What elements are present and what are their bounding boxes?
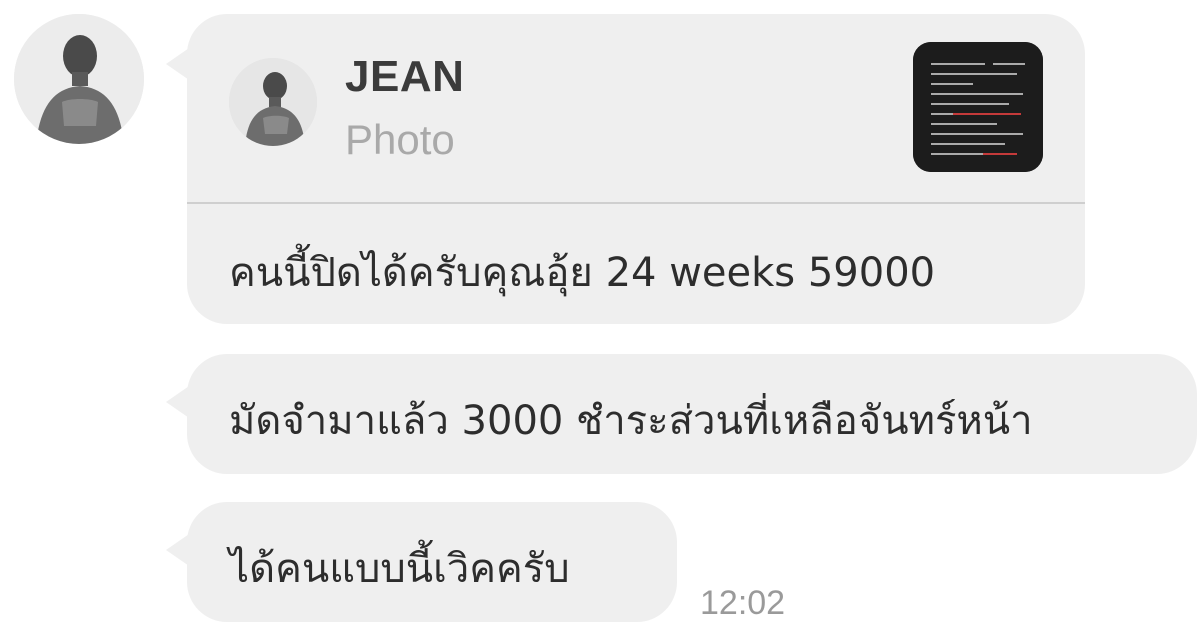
reply-divider — [187, 202, 1085, 204]
avatar-photo-icon — [229, 58, 317, 146]
avatar-photo-icon — [14, 14, 144, 144]
message-bubble[interactable]: มัดจำมาแล้ว 3000 ชำระส่วนที่เหลือจันทร์ห… — [187, 354, 1197, 474]
sender-avatar[interactable] — [14, 14, 144, 144]
message-text: คนนี้ปิดได้ครับคุณอุ้ย 24 weeks 59000 — [229, 250, 936, 296]
message-text: ได้คนแบบนี้เวิคครับ — [229, 546, 570, 592]
reply-photo-thumbnail[interactable] — [913, 42, 1043, 172]
reply-sender-name: JEAN — [345, 52, 465, 101]
chat-thread: JEAN Photo คนนี้ปิดได้ครับคุณอุ้ย 24 wee… — [0, 0, 1200, 635]
message-bubble[interactable]: ได้คนแบบนี้เวิคครับ — [187, 502, 677, 622]
message-text: มัดจำมาแล้ว 3000 ชำระส่วนที่เหลือจันทร์ห… — [229, 398, 1033, 444]
message-bubble-reply[interactable]: JEAN Photo คนนี้ปิดได้ครับคุณอุ้ย 24 wee… — [187, 14, 1085, 324]
message-timestamp: 12:02 — [700, 584, 786, 622]
reply-avatar — [229, 58, 317, 146]
photo-thumbnail-icon — [913, 42, 1043, 172]
reply-attachment-type: Photo — [345, 116, 455, 163]
